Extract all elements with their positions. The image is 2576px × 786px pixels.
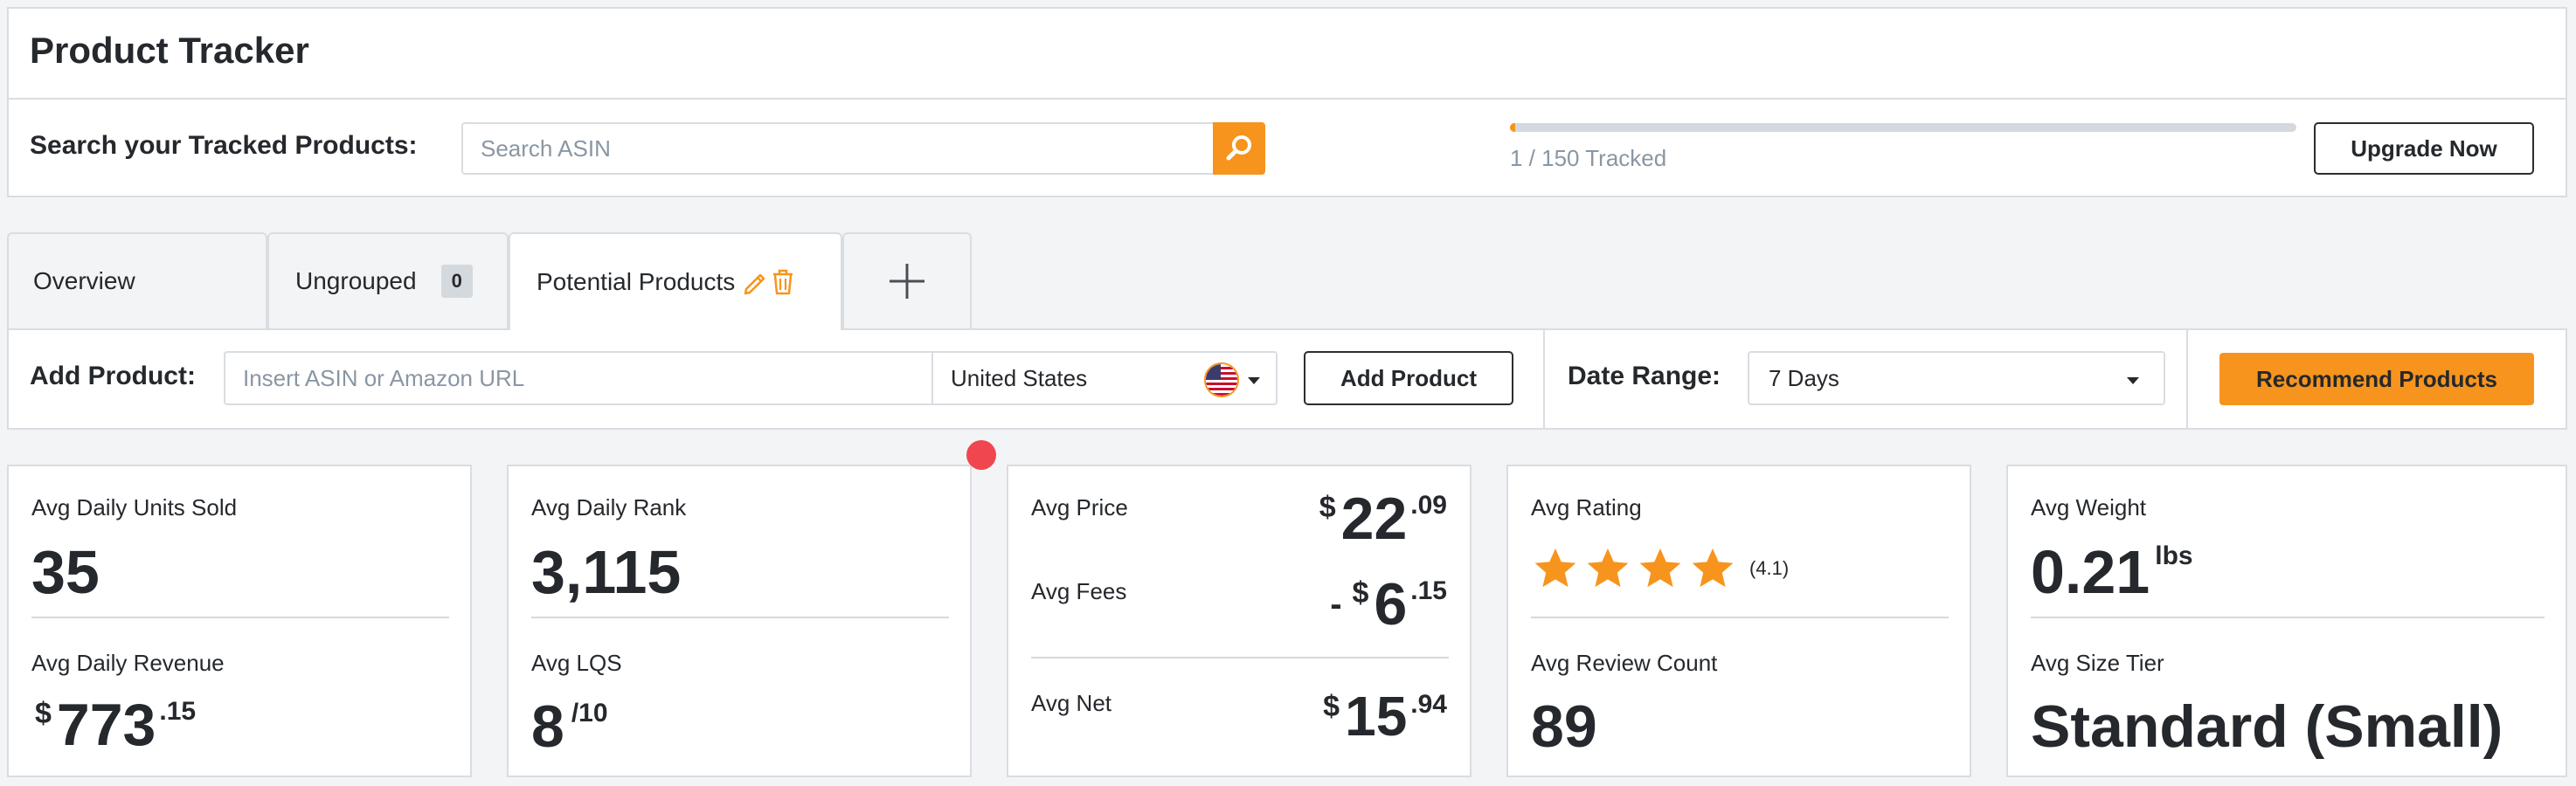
fees-sign: - <box>1330 585 1342 624</box>
asin-input[interactable] <box>224 351 933 405</box>
tab-label: Overview <box>33 267 135 294</box>
avg-fees-value: - $ 6 .15 <box>1330 575 1447 634</box>
avg-price-label: Avg Price <box>1031 494 1128 521</box>
us-flag-icon <box>1204 362 1239 397</box>
date-range-value: 7 Days <box>1769 364 1839 391</box>
tab-label: Potential Products <box>537 268 736 295</box>
search-input[interactable] <box>461 122 1215 175</box>
date-range-select[interactable]: 7 Days <box>1748 351 2165 405</box>
fees-cents: .15 <box>1410 576 1447 605</box>
page-title: Product Tracker <box>30 30 309 71</box>
pencil-icon[interactable] <box>742 268 768 296</box>
avg-units-label: Avg Daily Units Sold <box>31 494 238 521</box>
header-divider <box>7 98 2567 100</box>
revenue-cents: .15 <box>159 697 197 726</box>
avg-weight-value: 0.21 lbs <box>2031 541 2193 603</box>
avg-net-value: $ 15 .94 <box>1323 688 1447 744</box>
star-rating: (4.1) <box>1531 545 1789 592</box>
tracked-count: 1 / 150 Tracked <box>1510 145 1667 171</box>
add-product-button[interactable]: Add Product <box>1304 351 1513 405</box>
avg-fees-label: Avg Fees <box>1031 578 1127 604</box>
weight-number: 0.21 <box>2031 538 2150 606</box>
avg-review-count-label: Avg Review Count <box>1531 650 1718 676</box>
chevron-down-icon <box>2127 377 2139 384</box>
notification-dot <box>966 440 996 470</box>
star-icon <box>1639 548 1681 588</box>
country-value: United States <box>951 364 1088 391</box>
avg-lqs-value: 8 /10 <box>531 697 608 756</box>
tab-ungrouped[interactable]: Ungrouped 0 <box>267 232 509 328</box>
rating-reviews-card: Avg Rating (4.1) Avg Review Count 89 <box>1506 465 1971 777</box>
card-divider <box>531 617 949 618</box>
currency-symbol: $ <box>35 697 52 730</box>
avg-size-tier-value: Standard (Small) <box>2031 693 2503 760</box>
star-icon <box>1534 548 1576 588</box>
search-label: Search your Tracked Products: <box>30 131 418 160</box>
avg-size-tier-label: Avg Size Tier <box>2031 650 2164 676</box>
avg-lqs-label: Avg LQS <box>531 650 622 676</box>
price-fees-card: Avg Price $ 22 .09 Avg Fees - $ 6 .15 Av… <box>1007 465 1472 777</box>
tab-potential-products[interactable]: Potential Products <box>509 232 842 330</box>
toolbar-divider <box>2186 328 2188 430</box>
weight-unit: lbs <box>2155 541 2193 570</box>
date-range-label: Date Range: <box>1568 362 1721 390</box>
price-whole: 22 <box>1340 486 1408 552</box>
toolbar-divider <box>1543 328 1545 430</box>
search-button[interactable] <box>1213 122 1265 175</box>
revenue-whole: 773 <box>56 692 156 758</box>
avg-rank-value: 3,115 <box>531 538 682 606</box>
add-product-label: Add Product: <box>30 362 196 390</box>
net-cents: .94 <box>1410 690 1447 719</box>
upgrade-button[interactable]: Upgrade Now <box>2314 122 2534 175</box>
currency-symbol: $ <box>1352 576 1369 610</box>
avg-net-label: Avg Net <box>1031 690 1112 716</box>
star-icon <box>1692 548 1734 588</box>
price-cents: .09 <box>1410 491 1447 520</box>
tracked-progress-bar <box>1510 123 2296 132</box>
avg-rating-label: Avg Rating <box>1531 494 1642 521</box>
tab-label: Ungrouped <box>295 267 417 294</box>
search-icon <box>1226 135 1251 161</box>
recommend-products-button[interactable]: Recommend Products <box>2219 353 2534 405</box>
weight-size-card: Avg Weight 0.21 lbs Avg Size Tier Standa… <box>2006 465 2567 777</box>
header-panel <box>7 7 2567 197</box>
chevron-down-icon <box>1248 377 1260 384</box>
card-divider <box>2031 617 2545 618</box>
net-whole: 15 <box>1345 685 1408 748</box>
trash-icon[interactable] <box>770 268 796 296</box>
avg-review-count-value: 89 <box>1531 693 1597 760</box>
currency-symbol: $ <box>1323 690 1340 723</box>
rating-value: (4.1) <box>1749 557 1790 579</box>
ungrouped-count-badge: 0 <box>440 265 473 298</box>
avg-rank-label: Avg Daily Rank <box>531 494 687 521</box>
tab-overview[interactable]: Overview <box>7 232 267 328</box>
tracked-progress-fill <box>1510 123 1515 132</box>
avg-units-value: 35 <box>31 538 100 606</box>
card-divider <box>1031 657 1449 658</box>
lqs-score: 8 <box>531 693 564 760</box>
avg-revenue-label: Avg Daily Revenue <box>31 650 225 676</box>
avg-weight-label: Avg Weight <box>2031 494 2147 521</box>
fees-whole: 6 <box>1374 571 1408 638</box>
currency-symbol: $ <box>1319 491 1336 524</box>
card-divider <box>1531 617 1949 618</box>
rank-lqs-card: Avg Daily Rank 3,115 Avg LQS 8 /10 <box>507 465 972 777</box>
units-revenue-card: Avg Daily Units Sold 35 Avg Daily Revenu… <box>7 465 472 777</box>
add-tab-button[interactable] <box>842 232 972 328</box>
avg-price-value: $ 22 .09 <box>1319 489 1447 548</box>
avg-revenue-value: $ 773 .15 <box>35 695 196 755</box>
plus-icon <box>890 264 924 299</box>
country-select[interactable]: United States <box>931 351 1278 405</box>
card-divider <box>31 617 449 618</box>
lqs-max: /10 <box>571 699 608 727</box>
star-icon <box>1587 548 1629 588</box>
